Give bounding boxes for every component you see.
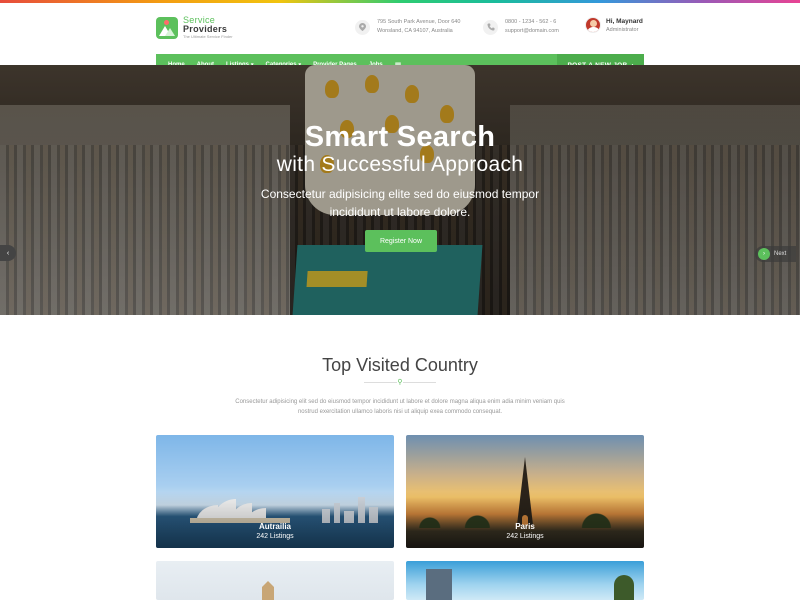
card-listing-count: 242 Listings (256, 533, 294, 540)
avatar[interactable] (585, 17, 601, 33)
section-title: Top Visited Country (322, 355, 478, 375)
email-address[interactable]: support@domain.com (505, 27, 559, 36)
country-card-australia[interactable]: Autrailia 242 Listings (156, 435, 394, 548)
slider-prev-button[interactable]: ‹ (0, 245, 16, 261)
slider-next-button[interactable]: › Next (755, 246, 797, 262)
user-greeting: Hi, Maynard (606, 17, 643, 25)
card-title: Autrailia (258, 522, 291, 531)
slider-next-label: Next (774, 251, 787, 257)
site-logo[interactable]: Service Providers The Ultimate Service F… (156, 16, 233, 39)
card-title: Paris (515, 522, 535, 531)
hero-description: Consectetur adipisicing elite sed do eiu… (260, 187, 540, 219)
hero-subtitle: with Successful Approach (276, 153, 524, 176)
map-pin-icon: ⚲ (397, 379, 403, 386)
landmark-image (262, 581, 274, 600)
phone-icon (483, 19, 498, 35)
chevron-left-icon: ‹ (6, 249, 10, 257)
logo-icon (156, 16, 178, 39)
country-card-3[interactable] (156, 561, 394, 600)
header-address: 795 South Park Avenue, Door 640 Wonsland… (355, 18, 460, 37)
building-image (426, 569, 452, 600)
map-marker-icon (355, 19, 370, 35)
chevron-right-icon: › (758, 248, 770, 260)
section-divider: ⚲ (364, 379, 436, 386)
header-contact: 0800 - 1234 - 562 - 6 support@domain.com (483, 18, 559, 37)
card-listing-count: 242 Listings (506, 533, 544, 540)
user-role: Administrator (606, 26, 639, 33)
hero-title: Smart Search (304, 121, 496, 153)
top-accent-bar (0, 0, 800, 3)
address-line-1: 795 South Park Avenue, Door 640 (377, 19, 461, 25)
country-card-paris[interactable]: Paris 242 Listings (406, 435, 644, 548)
logo-name-line2: Providers (183, 24, 228, 34)
register-button[interactable]: Register Now (365, 230, 437, 252)
address-line-2: Wonsland, CA 94107, Australia (377, 28, 453, 35)
section-description: Consectetur adipisicing elit sed do eius… (235, 399, 565, 415)
phone-number[interactable]: 0800 - 1234 - 562 - 6 (505, 18, 559, 27)
user-menu[interactable]: Hi, Maynard Administrator (585, 17, 643, 33)
logo-tagline: The Ultimate Service Finder (183, 34, 233, 39)
country-card-4[interactable] (406, 561, 644, 600)
hero-slider: Smart Search with Successful Approach Co… (0, 65, 800, 315)
